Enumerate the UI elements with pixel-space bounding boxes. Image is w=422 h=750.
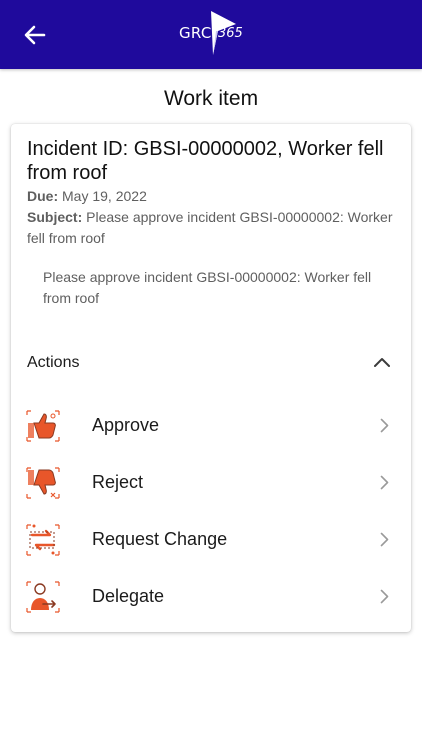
logo-number: 365 [218, 26, 243, 41]
thumbs-down-icon [26, 467, 60, 499]
logo-text: GRC [179, 24, 212, 42]
incident-message: Please approve incident GBSI-00000002: W… [43, 269, 372, 306]
chevron-right-icon [380, 418, 389, 433]
delegate-person-icon [26, 581, 60, 613]
chevron-up-icon [374, 358, 390, 367]
due-value: May 19, 2022 [62, 188, 147, 204]
chevron-right-icon [380, 475, 389, 490]
request-change-action[interactable]: Request Change [11, 514, 411, 566]
request-change-label: Request Change [92, 529, 228, 549]
incident-title: Incident ID: GBSI-00000002, Worker fell … [27, 138, 384, 184]
work-item-card: Incident ID: GBSI-00000002, Worker fell … [11, 124, 411, 632]
delegate-action[interactable]: Delegate [11, 571, 411, 623]
back-button[interactable] [22, 22, 48, 48]
subject-value: Please approve incident GBSI-00000002: W… [27, 209, 393, 246]
swap-arrows-icon [26, 524, 60, 556]
page-title: Work item [163, 87, 259, 110]
subject-label: Subject: [27, 209, 83, 225]
delegate-label: Delegate [92, 586, 165, 606]
chevron-right-icon [380, 532, 389, 547]
reject-label: Reject [92, 472, 144, 492]
app-logo: GRC 365 [176, 11, 248, 55]
reject-action[interactable]: Reject [11, 457, 411, 509]
approve-label: Approve [92, 415, 160, 435]
chevron-right-icon [380, 589, 389, 604]
subject-line: Subject: Please approve incident GBSI-00… [27, 207, 397, 249]
actions-section-toggle[interactable]: Actions [11, 346, 411, 382]
actions-label: Actions [27, 354, 80, 371]
due-line: Due: May 19, 2022 [27, 186, 397, 207]
approve-action[interactable]: Approve [11, 400, 411, 452]
app-header: GRC 365 [0, 0, 422, 69]
thumbs-up-icon [26, 410, 60, 442]
arrow-left-icon [24, 25, 46, 45]
due-label: Due: [27, 188, 59, 204]
